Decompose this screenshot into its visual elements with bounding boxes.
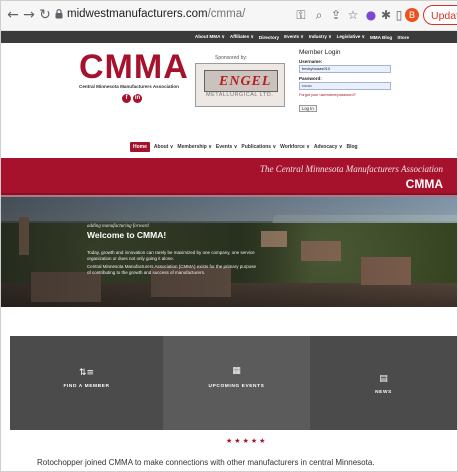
password-label: Password: [299, 76, 322, 81]
username-label: Username: [299, 59, 323, 64]
news-icon: ▤ [379, 374, 388, 384]
rating-stars: ★ ★ ★ ★ ★ [226, 438, 265, 445]
tile-label: NEWS [375, 390, 392, 395]
logo-subtitle: Central Minnesota Manufacturers Associat… [79, 84, 179, 89]
nav-publications[interactable]: Publications ∨ [241, 144, 276, 150]
forward-icon[interactable]: → [21, 7, 37, 23]
banner-subtitle: The Central Minnesota Manufacturers Asso… [260, 164, 443, 174]
address-bar[interactable]: midwestmanufacturers.com/cmma/ [67, 8, 245, 20]
utility-nav-item[interactable]: Affiliates ∨ [230, 34, 254, 40]
password-field[interactable]: ••••••• [299, 82, 391, 90]
nav-events[interactable]: Events ∨ [216, 144, 237, 150]
hero-paragraph: Central Minnesota Manufacturers Associat… [87, 264, 257, 275]
back-icon[interactable]: ← [5, 7, 21, 23]
url-host: midwestmanufacturers.com [67, 8, 208, 20]
linkedin-icon[interactable]: in [133, 94, 142, 103]
site-logo[interactable]: CMMA Central Minnesota Manufacturers Ass… [79, 48, 189, 89]
lock-icon[interactable] [55, 9, 63, 19]
utility-nav: About MMA ∨ Affiliates ∨ Directory Event… [1, 31, 457, 43]
star-icon: ★ [234, 437, 241, 445]
list-icon: ⇅≡ [78, 368, 95, 378]
utility-nav-item[interactable]: MMA Blog [370, 35, 392, 40]
utility-nav-item[interactable]: About MMA ∨ [195, 34, 225, 40]
logo-acronym: CMMA [79, 48, 189, 86]
update-button[interactable]: Update [423, 5, 457, 25]
nav-home[interactable]: Home [130, 142, 150, 152]
facebook-icon[interactable]: f [122, 94, 131, 103]
star-icon: ★ [226, 437, 233, 445]
share-icon[interactable]: ⇪ [328, 7, 344, 23]
sponsor-label: Sponsored by: [215, 55, 248, 61]
feature-tiles: ⇅≡ FIND A MEMBER ▦ UPCOMING EVENTS ▤ NEW… [10, 336, 457, 430]
testimonial-text: Rotochopper joined CMMA to make connecti… [37, 458, 375, 467]
login-title: Member Login [299, 49, 341, 56]
star-icon: ★ [242, 437, 249, 445]
member-login-form: Member Login Username: beckyhoaas910 Pas… [299, 49, 391, 115]
utility-nav-item[interactable]: Legislative ∨ [337, 34, 365, 40]
sponsor-ad[interactable]: ENGEL METALLURGICAL LTD. [195, 63, 285, 107]
chevron-down-icon[interactable]: ∨ [419, 177, 423, 184]
tile-find-member[interactable]: ⇅≡ FIND A MEMBER [10, 336, 163, 430]
extension-icon[interactable]: ● [363, 7, 379, 23]
calendar-icon: ▦ [232, 366, 241, 376]
nav-membership[interactable]: Membership ∨ [177, 144, 212, 150]
sponsor-subname: METALLURGICAL LTD. [206, 92, 274, 98]
tile-upcoming-events[interactable]: ▦ UPCOMING EVENTS [163, 336, 310, 430]
hero-image: adding manufacturing forward Welcome to … [1, 197, 457, 307]
zoom-icon[interactable]: ⌕ [311, 7, 327, 23]
login-button[interactable]: Log In [299, 105, 317, 112]
utility-nav-item[interactable]: Directory [259, 35, 279, 40]
key-icon[interactable]: ⚿ [293, 7, 309, 23]
nav-about[interactable]: About ∨ [154, 144, 174, 150]
tile-label: UPCOMING EVENTS [208, 384, 265, 389]
utility-nav-item[interactable]: Industry ∨ [309, 34, 332, 40]
browser-window: ← → ↻ midwestmanufacturers.com/cmma/ ⚿ ⌕… [0, 0, 458, 472]
hero-banner: The Central Minnesota Manufacturers Asso… [1, 158, 457, 193]
browser-toolbar: ← → ↻ midwestmanufacturers.com/cmma/ ⚿ ⌕… [1, 1, 457, 31]
profile-avatar[interactable]: B [405, 8, 419, 22]
utility-nav-item[interactable]: Store [397, 35, 409, 40]
url-path: /cmma/ [207, 8, 246, 20]
hero-paragraph: Today, growth and innovation can rarely … [87, 250, 255, 261]
forgot-password-link[interactable]: Forgot your username/password? [299, 93, 391, 97]
nav-advocacy[interactable]: Advocacy ∨ [314, 144, 343, 150]
tile-label: FIND A MEMBER [63, 384, 110, 389]
hero-heading: Welcome to CMMA! [87, 230, 167, 240]
nav-workforce[interactable]: Workforce ∨ [280, 144, 310, 150]
reload-icon[interactable]: ↻ [37, 7, 53, 23]
sponsor-logo: ENGEL [204, 70, 278, 92]
star-icon: ★ [259, 437, 266, 445]
star-icon: ★ [250, 437, 258, 445]
username-field[interactable]: beckyhoaas910 [299, 65, 391, 73]
sponsor-name: ENGEL [219, 74, 272, 89]
nav-blog[interactable]: Blog [347, 144, 358, 150]
hero-tagline: adding manufacturing forward [87, 224, 149, 229]
tile-news[interactable]: ▤ NEWS [310, 336, 457, 430]
banner-title: CMMA [405, 177, 443, 191]
main-nav: Home About ∨ Membership ∨ Events ∨ Publi… [130, 142, 358, 152]
utility-nav-item[interactable]: Events ∨ [284, 34, 304, 40]
star-bookmark-icon[interactable]: ☆ [345, 7, 361, 23]
